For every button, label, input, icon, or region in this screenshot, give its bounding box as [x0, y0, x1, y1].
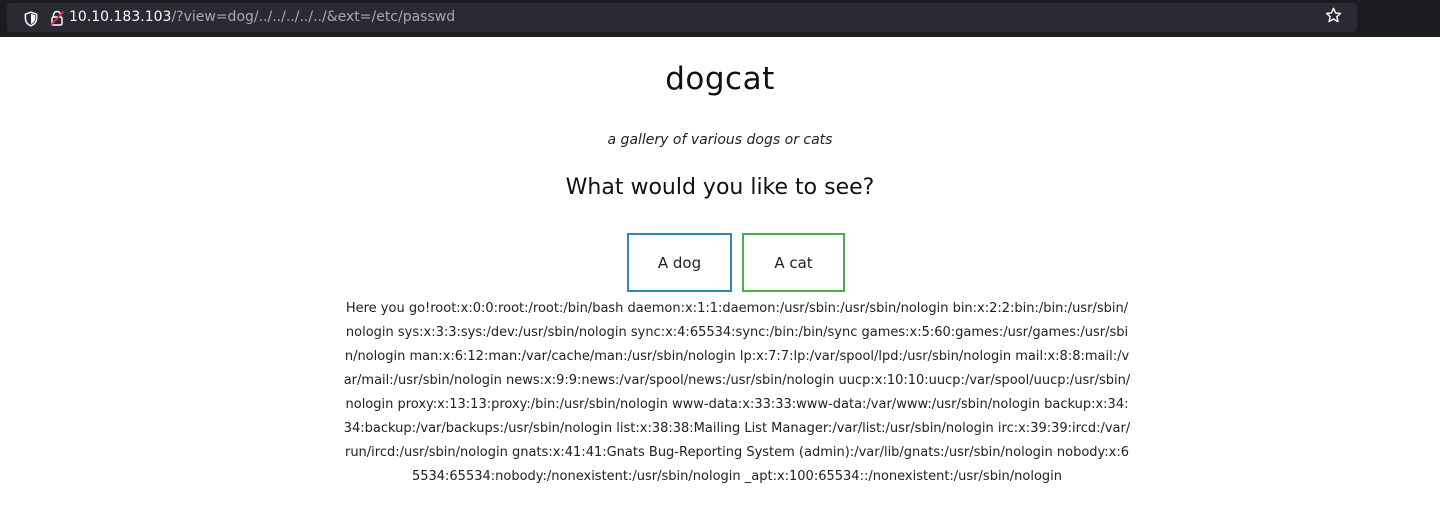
bookmark-star-icon[interactable]	[1325, 7, 1342, 24]
site-subtitle: a gallery of various dogs or cats	[607, 132, 833, 148]
address-bar[interactable]: 10.10.183.103/?view=dog/../../../../../&…	[7, 3, 1357, 32]
site-title: dogcat	[665, 61, 775, 97]
page-content: dogcat a gallery of various dogs or cats…	[0, 37, 1440, 507]
url-path: /?view=dog/../../../../../&ext=/etc/pass…	[171, 9, 456, 25]
shield-icon[interactable]	[23, 11, 39, 27]
prompt-heading: What would you like to see?	[565, 175, 875, 200]
passwd-output: Here you go!root:x:0:0:root:/root:/bin/b…	[343, 301, 1131, 484]
dog-button[interactable]: A dog	[627, 233, 732, 292]
cat-button[interactable]: A cat	[742, 233, 845, 292]
browser-toolbar: 10.10.183.103/?view=dog/../../../../../&…	[0, 0, 1440, 37]
lock-icon[interactable]	[49, 10, 65, 27]
url-host: 10.10.183.103	[69, 9, 172, 25]
url-text[interactable]: 10.10.183.103/?view=dog/../../../../../&…	[69, 9, 455, 26]
